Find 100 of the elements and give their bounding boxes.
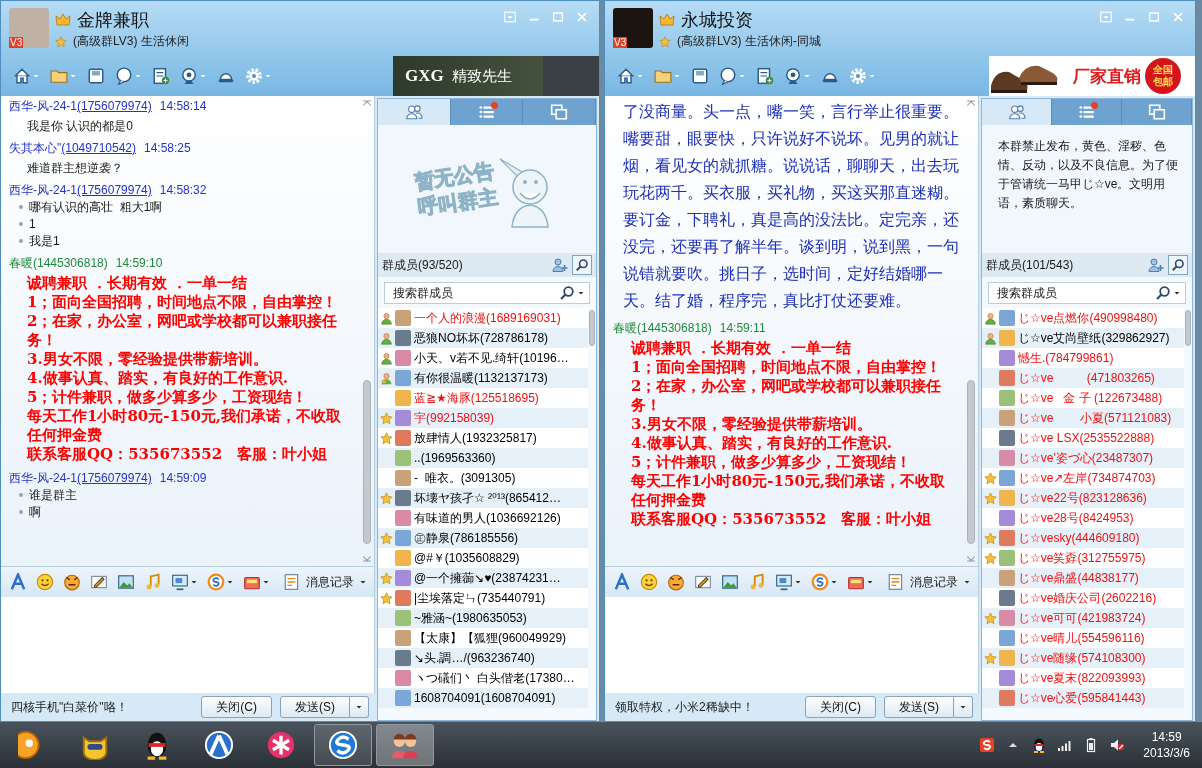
ad-banner[interactable]: 厂家直销 全国包邮 (989, 56, 1195, 96)
member-list-item[interactable]: 1608704091(1608704091) (378, 688, 588, 708)
member-list-item[interactable]: 憾生.(784799861) (982, 348, 1184, 368)
member-list-item[interactable]: じ☆ve 小夏(571121083) (982, 408, 1184, 428)
member-list-item[interactable]: じ☆ve笑孬(312755975) (982, 548, 1184, 568)
member-list-item[interactable]: 有味道的男人(1036692126) (378, 508, 588, 528)
member-list-item[interactable]: 坏壊ヤ孩孑☆ ²⁰¹³(865412… (378, 488, 588, 508)
settings-icon[interactable] (849, 67, 867, 85)
add-member-icon[interactable] (552, 257, 568, 273)
sender-id-link[interactable]: (1049710542) (61, 140, 136, 156)
swirl-circle-icon[interactable] (207, 573, 225, 591)
sidebar-tab[interactable] (1122, 99, 1192, 125)
chat-bubble-icon[interactable] (719, 67, 737, 85)
save-icon[interactable] (691, 67, 709, 85)
member-search-field[interactable]: 搜索群成员 (384, 282, 590, 304)
sender-name[interactable]: 西华-风-24-1 (9, 470, 77, 486)
member-list-item[interactable]: じ☆ve LSX(2535522888) (982, 428, 1184, 448)
member-list-item[interactable]: じ☆ve婚庆公司(2602216) (982, 588, 1184, 608)
caret-icon[interactable] (1173, 289, 1181, 297)
member-list-item[interactable]: じ☆ve'姿づ心(23487307) (982, 448, 1184, 468)
input-method-icon[interactable] (979, 737, 996, 753)
member-list-item[interactable]: じ☆ve28号(8424953) (982, 508, 1184, 528)
member-list-item[interactable]: じ☆ve↗左岸(734874703) (982, 468, 1184, 488)
member-list-item[interactable]: じ☆ve点燃你(490998480) (982, 308, 1184, 328)
sender-name[interactable]: 西华-风-24-1 (9, 98, 77, 114)
add-member-icon[interactable] (1148, 257, 1164, 273)
caret-icon[interactable] (963, 578, 971, 586)
message-history-icon[interactable] (887, 573, 905, 591)
face-icon[interactable] (63, 573, 81, 591)
search-icon[interactable] (559, 285, 575, 301)
member-list-item[interactable]: @#￥(1035608829) (378, 548, 588, 568)
send-options-button[interactable] (954, 696, 973, 718)
sender-name[interactable]: 西华-风-24-1 (9, 182, 77, 198)
member-list-item[interactable]: じ☆ve鼎盛(44838177) (982, 568, 1184, 588)
member-list-item[interactable]: 【太康】【狐狸(960049929) (378, 628, 588, 648)
sender-name[interactable]: 失其本心" (9, 140, 62, 156)
smiley-icon[interactable] (36, 573, 54, 591)
caret-icon[interactable] (190, 578, 198, 586)
member-search-button[interactable] (572, 255, 592, 275)
sender-id-link[interactable]: (1756079974) (77, 470, 152, 486)
send-options-button[interactable] (350, 696, 369, 718)
settings-icon[interactable] (245, 67, 263, 85)
webcam-icon[interactable] (180, 67, 198, 85)
caret-icon[interactable] (359, 578, 367, 586)
pencil-icon[interactable] (694, 573, 712, 591)
webcam-icon[interactable] (784, 67, 802, 85)
caret-icon[interactable] (794, 578, 802, 586)
member-list-item[interactable]: ..(1969563360) (378, 448, 588, 468)
font-icon[interactable] (9, 573, 27, 591)
member-list-item[interactable]: ㊣静泉(786185556) (378, 528, 588, 548)
member-list-item[interactable]: じ☆ve心爱(595841443) (982, 688, 1184, 708)
screenshot-icon[interactable] (775, 573, 793, 591)
member-list-item[interactable]: 小天、v若不见.绮轩(10196… (378, 348, 588, 368)
smiley-icon[interactable] (640, 573, 658, 591)
message-history-button[interactable]: 消息记录 (306, 573, 354, 591)
note-add-icon[interactable] (756, 67, 774, 85)
clock[interactable]: 14:59 2013/3/6 (1143, 729, 1190, 761)
sidebar-tab[interactable] (1052, 99, 1122, 125)
home-icon[interactable] (617, 67, 635, 85)
sidebar-tab[interactable] (450, 99, 524, 125)
send-button[interactable]: 发送(S) (280, 696, 350, 718)
member-list-item[interactable]: じ☆ve可可(421983724) (982, 608, 1184, 628)
scrollbar-thumb[interactable] (363, 380, 371, 544)
promo-link[interactable]: 四核手机"白菜价"咯！ (11, 698, 128, 716)
member-list-item[interactable]: @一个擁蓹↘♥(23874231… (378, 568, 588, 588)
muted-speaker-icon[interactable] (1109, 737, 1126, 753)
sidebar-tab[interactable] (523, 99, 596, 125)
music-note-icon[interactable] (748, 573, 766, 591)
close-button[interactable]: 关闭(C) (201, 696, 272, 718)
scrollbar-thumb[interactable] (1185, 310, 1191, 346)
message-history-icon[interactable] (283, 573, 301, 591)
member-list-item[interactable]: 放肆情人(1932325817) (378, 428, 588, 448)
search-icon[interactable] (1155, 285, 1171, 301)
member-list-item[interactable]: 宇(992158039) (378, 408, 588, 428)
swirl-circle-icon[interactable] (811, 573, 829, 591)
member-list-item[interactable]: |尘埃落定ㄣ(735440791) (378, 588, 588, 608)
folder-icon[interactable] (50, 67, 68, 85)
scrollbar-thumb[interactable] (589, 310, 595, 346)
caret-icon[interactable] (226, 578, 234, 586)
member-list-item[interactable]: じ☆vesky(444609180) (982, 528, 1184, 548)
caret-icon[interactable] (866, 578, 874, 586)
save-icon[interactable] (87, 67, 105, 85)
sidebar-tab[interactable] (982, 99, 1052, 125)
member-list-item[interactable]: 一个人的浪漫(1689169031) (378, 308, 588, 328)
member-search-button[interactable] (1168, 255, 1188, 275)
pencil-icon[interactable] (90, 573, 108, 591)
chat-bubble-icon[interactable] (115, 67, 133, 85)
member-list-item[interactable]: - 唯衣。(3091305) (378, 468, 588, 488)
member-list-item[interactable]: ~雅涵~(1980635053) (378, 608, 588, 628)
ad-banner[interactable]: GXG 精致先生 (393, 56, 599, 96)
message-input-field[interactable] (1, 597, 375, 693)
message-history-button[interactable]: 消息记录 (910, 573, 958, 591)
member-list-item[interactable]: 有你很温暖(1132137173) (378, 368, 588, 388)
scrollbar-thumb[interactable] (967, 380, 975, 544)
member-list-item[interactable]: じ☆ve随缘(574108300) (982, 648, 1184, 668)
face-icon[interactable] (667, 573, 685, 591)
note-add-icon[interactable] (152, 67, 170, 85)
font-icon[interactable] (613, 573, 631, 591)
folder-icon[interactable] (654, 67, 672, 85)
picture-icon[interactable] (117, 573, 135, 591)
